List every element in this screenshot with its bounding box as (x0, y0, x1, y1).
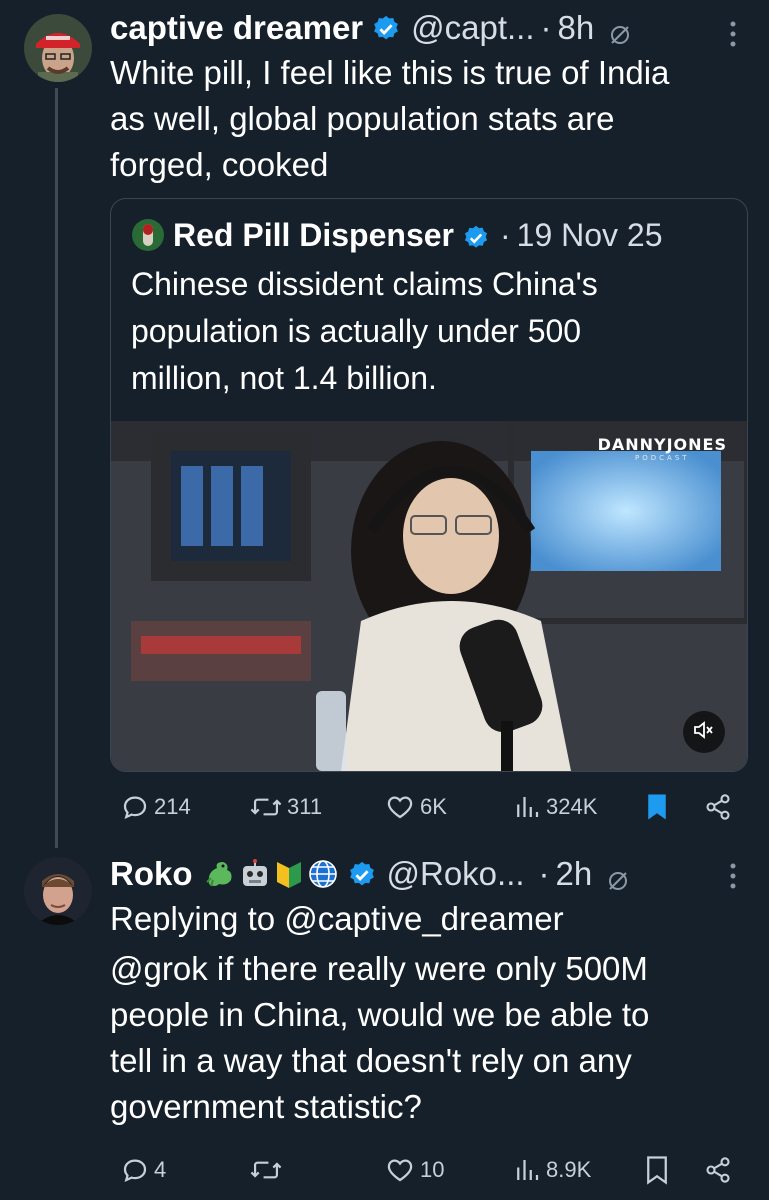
separator-dot: · (540, 9, 552, 46)
reply-icon (120, 1155, 150, 1185)
reply-count: 214 (154, 794, 191, 819)
share-icon (704, 792, 732, 822)
reply-button[interactable]: 4 (116, 1155, 166, 1185)
pill-avatar-icon[interactable] (131, 218, 165, 252)
tweet2-action-bar: 4 10 8.9K (110, 1150, 730, 1190)
tweet1-header: captive dreamer @capt... · 8h (110, 8, 632, 48)
timestamp[interactable]: 8h (558, 8, 595, 48)
text-line: tell in a way that doesn't rely on any (110, 1042, 632, 1079)
separator-dot: · (538, 855, 550, 892)
avatar-captive-dreamer[interactable] (24, 14, 92, 82)
verified-badge-icon (371, 13, 401, 43)
grok-icon[interactable] (608, 16, 632, 44)
views-bar-chart-icon (512, 1155, 542, 1185)
repost-button[interactable]: 311 (245, 792, 322, 822)
quote-text: Chinese dissident claims China's populat… (131, 261, 731, 402)
like-button[interactable]: 10 (380, 1155, 444, 1185)
avatar-roko[interactable] (24, 857, 92, 925)
repost-button[interactable] (245, 1155, 287, 1185)
tweet2-text: @grok if there really were only 500M peo… (110, 946, 760, 1130)
reply-button[interactable]: 214 (116, 792, 191, 822)
tweet2-header: Roko @Roko... · 2h (110, 854, 630, 894)
dragon-icon (203, 858, 235, 890)
views-count: 8.9K (546, 1157, 592, 1182)
speaker-muted-icon (692, 718, 716, 747)
text-line: population is actually under 500 (131, 313, 582, 349)
replying-to-handle[interactable]: @captive_dreamer (284, 900, 563, 937)
text-line: people in China, would we be able to (110, 996, 650, 1033)
quote-date: 19 Nov 25 (516, 217, 663, 253)
quoted-tweet-card[interactable]: Red Pill Dispenser · 19 Nov 25 Chinese d… (110, 198, 748, 772)
views-button[interactable]: 324K (508, 792, 597, 822)
text-line: government statistic? (110, 1088, 422, 1125)
repost-count: 311 (287, 794, 323, 819)
bookmark-filled-icon (644, 792, 670, 822)
text-line: million, not 1.4 billion. (131, 360, 437, 396)
more-options-icon[interactable] (729, 20, 737, 48)
verified-badge-icon (347, 859, 377, 889)
author-handle[interactable]: @Roko... (387, 854, 525, 894)
bookmark-button[interactable] (640, 1155, 670, 1185)
more-options-icon[interactable] (729, 862, 737, 890)
views-bar-chart-icon (512, 792, 542, 822)
quote-author-name[interactable]: Red Pill Dispenser (173, 215, 454, 255)
robot-icon (239, 858, 271, 890)
reply-context: Replying to @captive_dreamer (110, 896, 760, 942)
text-line: Chinese dissident claims China's (131, 266, 598, 302)
tweet1-text: White pill, I feel like this is true of … (110, 50, 760, 188)
grok-icon[interactable] (606, 862, 630, 890)
repost-icon (249, 792, 283, 822)
bookmark-button[interactable] (640, 792, 670, 822)
views-button[interactable]: 8.9K (508, 1155, 591, 1185)
share-button[interactable] (700, 1155, 732, 1185)
timestamp[interactable]: 2h (556, 854, 593, 894)
bookmark-outline-icon (644, 1155, 670, 1185)
text-line: forged, cooked (110, 146, 329, 183)
thread-connector (55, 88, 58, 848)
share-icon (704, 1155, 732, 1185)
text-line: White pill, I feel like this is true of … (110, 54, 670, 91)
reply-icon (120, 792, 150, 822)
text-line: @grok if there really were only 500M (110, 950, 648, 987)
like-count: 6K (420, 794, 447, 819)
share-button[interactable] (700, 792, 732, 822)
reply-count: 4 (154, 1157, 167, 1182)
author-handle[interactable]: @capt... (411, 8, 534, 48)
verified-badge-icon (462, 221, 490, 249)
heart-icon (384, 792, 416, 822)
heart-icon (384, 1155, 416, 1185)
like-button[interactable]: 6K (380, 792, 447, 822)
author-name[interactable]: Roko (110, 854, 193, 894)
text-line: as well, global population stats are (110, 100, 615, 137)
tweet1-action-bar: 214 311 6K 324K (110, 787, 730, 827)
separator-dot: · (499, 217, 511, 253)
views-count: 324K (546, 794, 598, 819)
video-watermark: DANNYJONES PODCAST (597, 435, 727, 462)
repost-icon (249, 1155, 283, 1185)
globe-icon (307, 858, 339, 890)
replying-to-label: Replying to (110, 900, 285, 937)
beginner-icon (275, 858, 303, 890)
mute-button[interactable] (683, 711, 725, 753)
like-count: 10 (420, 1157, 445, 1182)
video-thumbnail[interactable]: DANNYJONES PODCAST (111, 418, 747, 771)
quote-header: Red Pill Dispenser · 19 Nov 25 (131, 215, 663, 255)
author-name[interactable]: captive dreamer (110, 8, 363, 48)
